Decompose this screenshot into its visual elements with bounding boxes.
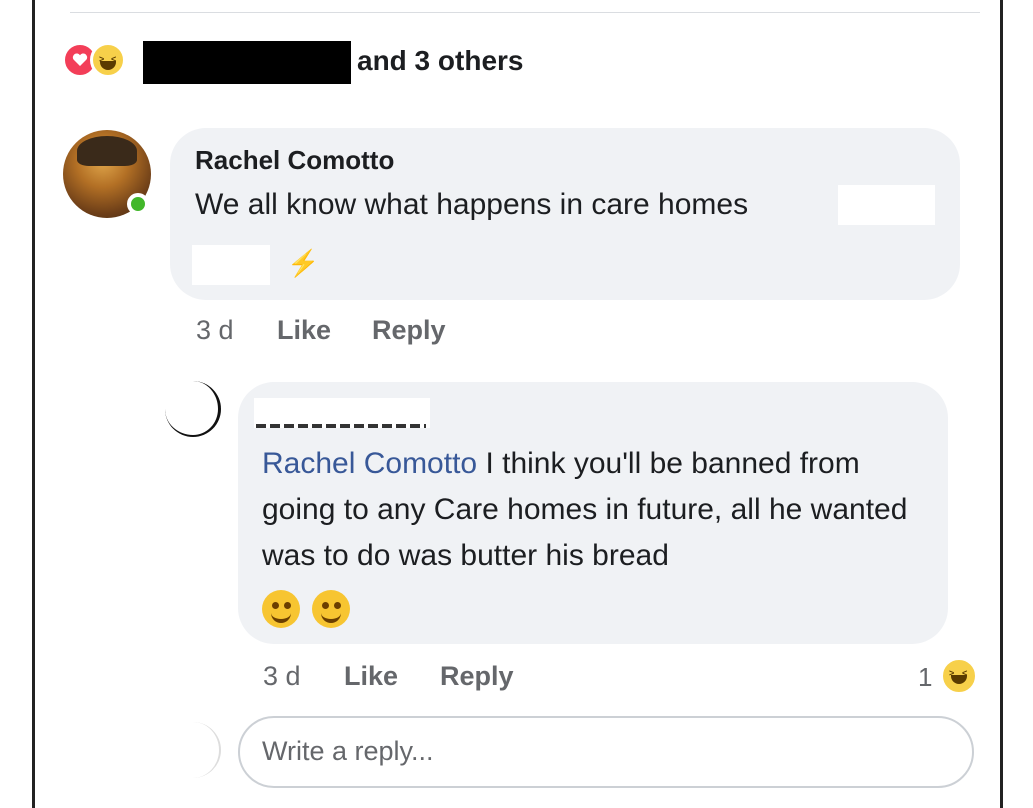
composer-avatar xyxy=(165,722,221,778)
write-reply-placeholder[interactable]: Write a reply... xyxy=(262,736,434,767)
reply-text: Rachel Comotto I think you'll be banned … xyxy=(262,441,932,579)
haha-mouth xyxy=(100,61,116,70)
reply-like-button[interactable]: Like xyxy=(344,661,398,692)
like-button[interactable]: Like xyxy=(277,315,331,346)
grinning-emoji-icon xyxy=(312,590,350,628)
comment-text: We all know what happens in care homes xyxy=(195,188,749,221)
grinning-emoji-icon xyxy=(262,590,300,628)
comment-author[interactable]: Rachel Comotto xyxy=(195,145,394,176)
online-status-indicator xyxy=(127,193,149,215)
reactions-others-text[interactable]: and 3 others xyxy=(357,45,523,77)
haha-icon[interactable]: > < xyxy=(940,657,978,695)
haha-icon: > < xyxy=(90,42,126,78)
frame-left-border xyxy=(0,0,35,808)
reply-button[interactable]: Reply xyxy=(372,315,446,346)
haha-mouth xyxy=(951,675,967,684)
reaction-count[interactable]: 1 xyxy=(918,662,932,693)
comment-timestamp[interactable]: 3 d xyxy=(196,315,234,346)
avatar-hair xyxy=(77,136,137,166)
redacted-residue xyxy=(256,424,426,428)
redacted-name xyxy=(143,41,351,84)
reply-reply-button[interactable]: Reply xyxy=(440,661,514,692)
reply-timestamp[interactable]: 3 d xyxy=(263,661,301,692)
reply-avatar[interactable] xyxy=(165,381,221,437)
lightning-emoji-icon: ⚡ xyxy=(287,248,320,278)
redacted-area xyxy=(192,245,270,285)
redacted-area xyxy=(838,185,935,225)
mention-link[interactable]: Rachel Comotto xyxy=(262,447,477,480)
frame-right-border xyxy=(1000,0,1033,808)
divider xyxy=(70,12,980,13)
